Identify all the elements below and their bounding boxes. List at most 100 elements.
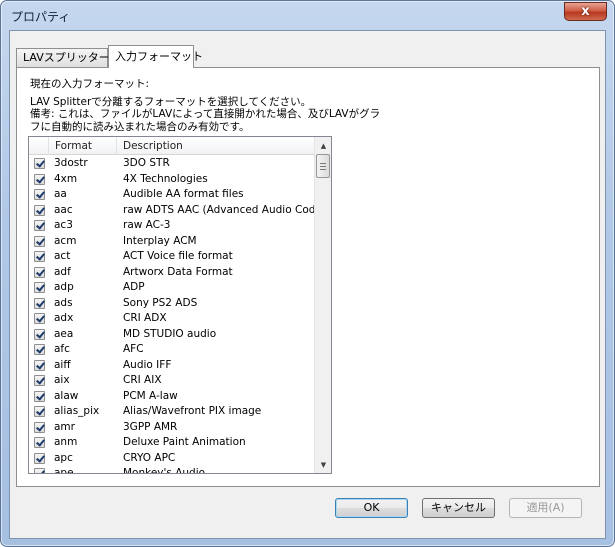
format-description: ADP (123, 281, 145, 293)
list-header: Format Description (29, 137, 315, 155)
scroll-up-arrow-icon[interactable]: ▲ (315, 137, 331, 154)
format-description: Monkey's Audio (123, 467, 206, 474)
dialog-client: LAVスプリッター 入力フォーマット 現在の入力フォーマット: LAV Spli… (9, 30, 606, 539)
format-checkbox[interactable] (34, 251, 45, 262)
format-checkbox[interactable] (34, 173, 45, 185)
format-checkbox[interactable] (34, 468, 45, 473)
list-item[interactable]: 3dostr 3DO STR (29, 156, 315, 172)
description-instruction: LAV Splitterで分離するフォーマットを選択してください。 (30, 95, 312, 108)
list-item[interactable]: ape Monkey's Audio (29, 466, 315, 474)
description-heading: 現在の入力フォーマット: (30, 78, 150, 90)
format-name: afc (54, 343, 70, 355)
list-item[interactable]: amr 3GPP AMR (29, 420, 315, 436)
format-description: Alias/Wavefront PIX image (123, 405, 262, 417)
list-item[interactable]: aa Audible AA format files (29, 187, 315, 203)
description-note-line2: フに自動的に読み込まれた場合のみ有効です。 (30, 120, 250, 133)
format-description: AFC (123, 343, 144, 355)
format-name: adf (54, 265, 71, 278)
format-description: Interplay ACM (123, 234, 197, 247)
format-name: aiff (54, 358, 71, 371)
format-description: CRI ADX (123, 312, 167, 324)
header-check-column[interactable] (29, 137, 49, 155)
close-button[interactable]: x (564, 2, 607, 21)
format-checkbox[interactable] (34, 421, 45, 433)
format-name: 4xm (54, 172, 78, 185)
format-name: 3dostr (54, 157, 88, 169)
format-description: ACT Voice file format (123, 250, 233, 262)
format-checkbox[interactable] (34, 390, 45, 402)
format-checkbox[interactable] (34, 359, 45, 371)
ok-button[interactable]: OK (335, 498, 408, 518)
list-item[interactable]: aea MD STUDIO audio (29, 327, 315, 343)
format-description: Deluxe Paint Animation (123, 436, 246, 448)
description-text: 現在の入力フォーマット: LAV Splitterで分離するフォーマットを選択し… (30, 78, 590, 133)
format-name: apc (54, 451, 73, 464)
format-name: aac (54, 203, 73, 216)
tab-lav-splitter[interactable]: LAVスプリッター (16, 48, 110, 67)
vertical-scrollbar[interactable]: ▲ ▼ (314, 137, 331, 473)
format-description: 4X Technologies (123, 172, 208, 185)
apply-button[interactable]: 適用(A) (509, 498, 582, 518)
list-item[interactable]: apc CRYO APC (29, 451, 315, 467)
format-description: Sony PS2 ADS (123, 296, 198, 309)
format-checkbox[interactable] (34, 235, 45, 247)
list-item[interactable]: anm Deluxe Paint Animation (29, 435, 315, 451)
list-item[interactable]: 4xm 4X Technologies (29, 172, 315, 188)
format-checkbox[interactable] (34, 437, 45, 448)
format-description: 3DO STR (123, 157, 170, 169)
tab-input-formats[interactable]: 入力フォーマット (108, 45, 203, 68)
format-checkbox[interactable] (34, 313, 45, 324)
format-checkbox[interactable] (34, 266, 45, 278)
list-item[interactable]: afc AFC (29, 342, 315, 358)
format-checkbox[interactable] (34, 375, 45, 386)
list-rows: 3dostr 3DO STR 4xm 4X Technologies aa Audible… (29, 156, 331, 474)
format-checkbox[interactable] (34, 189, 45, 200)
list-item[interactable]: alias_pix Alias/Wavefront PIX image (29, 404, 315, 420)
title-bar[interactable]: プロパティ x (1, 1, 614, 29)
format-checkbox[interactable] (34, 282, 45, 293)
format-checkbox[interactable] (34, 220, 45, 231)
list-item[interactable]: aiff Audio IFF (29, 358, 315, 374)
format-name: alias_pix (54, 405, 100, 417)
header-format[interactable]: Format (49, 137, 117, 155)
close-icon: x (581, 4, 590, 19)
format-description: raw ADTS AAC (Advanced Audio Coding) (123, 203, 332, 216)
format-name: aix (54, 374, 70, 386)
format-checkbox[interactable] (34, 297, 45, 309)
list-item[interactable]: act ACT Voice file format (29, 249, 315, 265)
format-name: ads (54, 296, 73, 309)
format-name: amr (54, 420, 75, 433)
format-checkbox[interactable] (34, 158, 45, 169)
format-name: alaw (54, 389, 79, 402)
scroll-down-arrow-icon[interactable]: ▼ (315, 456, 331, 473)
list-item[interactable]: adp ADP (29, 280, 315, 296)
format-name: adp (54, 281, 74, 293)
list-item[interactable]: adx CRI ADX (29, 311, 315, 327)
format-checkbox[interactable] (34, 344, 45, 355)
window-title: プロパティ (11, 10, 71, 24)
format-checkbox[interactable] (34, 406, 45, 417)
list-item[interactable]: acm Interplay ACM (29, 234, 315, 250)
list-item[interactable]: aac raw ADTS AAC (Advanced Audio Coding) (29, 203, 331, 219)
scroll-thumb[interactable] (316, 154, 330, 178)
list-item[interactable]: ac3 raw AC-3 (29, 218, 315, 234)
format-description: CRYO APC (123, 451, 176, 464)
properties-window: プロパティ x LAVスプリッター 入力フォーマット 現在の入力フォーマット: … (0, 0, 615, 547)
list-item[interactable]: alaw PCM A-law (29, 389, 315, 405)
cancel-button[interactable]: キャンセル (422, 498, 495, 518)
format-description: raw AC-3 (123, 219, 171, 231)
list-item[interactable]: aix CRI AIX (29, 373, 315, 389)
format-name: ac3 (54, 219, 73, 231)
list-item[interactable]: ads Sony PS2 ADS (29, 296, 315, 312)
list-item[interactable]: adf Artworx Data Format (29, 265, 315, 281)
format-name: anm (54, 436, 78, 448)
format-name: adx (54, 312, 74, 324)
format-checkbox[interactable] (34, 204, 45, 216)
format-checkbox[interactable] (34, 452, 45, 464)
format-list[interactable]: Format Description 3dostr 3DO STR 4xm 4X Te… (28, 136, 332, 474)
header-description[interactable]: Description (117, 137, 315, 155)
format-name: ape (54, 467, 74, 474)
format-description: Audible AA format files (123, 188, 244, 200)
format-checkbox[interactable] (34, 328, 45, 340)
format-description: PCM A-law (123, 389, 178, 402)
